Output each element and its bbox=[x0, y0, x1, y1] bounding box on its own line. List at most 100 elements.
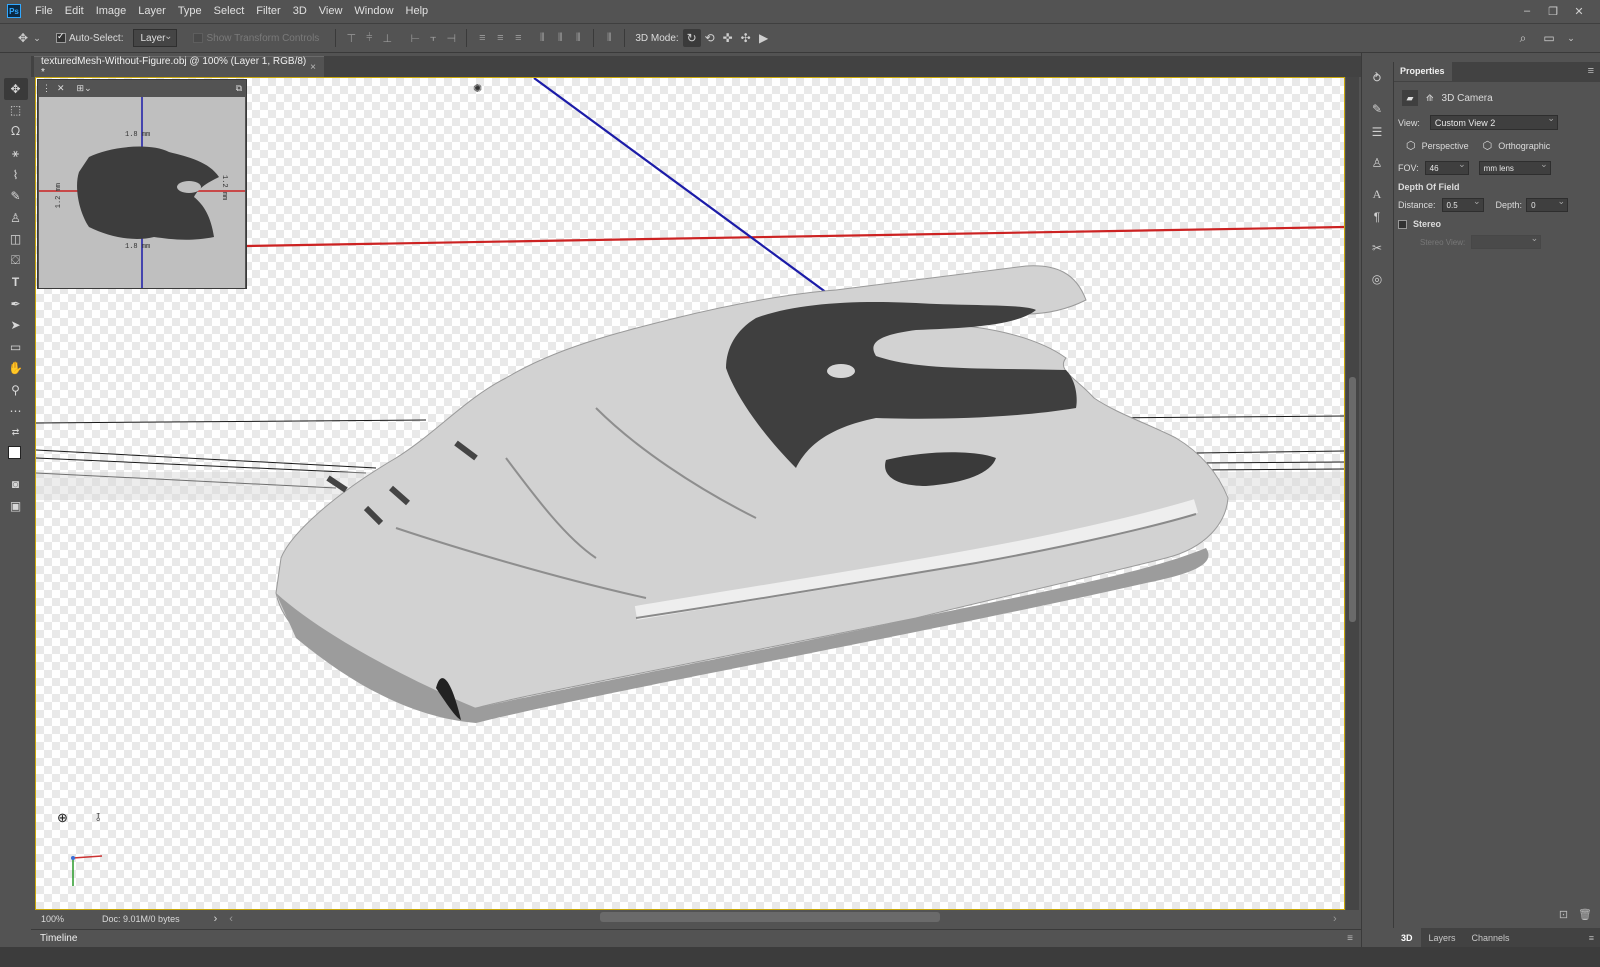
auto-align-icon[interactable]: ⫴ bbox=[600, 29, 618, 47]
auto-select-checkbox[interactable] bbox=[56, 31, 66, 43]
more-tools-icon[interactable]: ⋯ bbox=[4, 401, 28, 423]
menu-edit[interactable]: Edit bbox=[59, 0, 90, 22]
secondary-view-viewport[interactable]: 1.8 mm 1.8 mm 1.2 mm 1.2 mm bbox=[39, 97, 245, 288]
panel-tabs-menu-icon[interactable]: ≡ bbox=[1589, 933, 1594, 943]
view-selector-icon[interactable]: ⊞⌄ bbox=[77, 83, 92, 94]
tab-channels[interactable]: Channels bbox=[1464, 928, 1518, 947]
libraries-panel-icon[interactable]: ◎ bbox=[1366, 268, 1388, 290]
screen-mode-icon[interactable]: ▣ bbox=[4, 495, 28, 517]
perspective-icon[interactable]: ⬡ bbox=[1406, 139, 1416, 152]
menu-type[interactable]: Type bbox=[172, 0, 208, 22]
stereo-checkbox[interactable] bbox=[1398, 219, 1407, 229]
document-tab[interactable]: texturedMesh-Without-Figure.obj @ 100% (… bbox=[34, 56, 324, 78]
canvas[interactable]: ✺ ⊕ ⫱ ⋮ ✕ ⊞⌄ ⧉ 1.8 mm 1.8 mm 1.2 mm 1.2 … bbox=[35, 77, 1345, 910]
camera-icon[interactable]: ▰ bbox=[1402, 90, 1418, 106]
move-tool-icon[interactable]: ✥ bbox=[3, 78, 28, 100]
menu-select[interactable]: Select bbox=[208, 0, 251, 22]
rectangle-tool-icon[interactable]: ▭ bbox=[4, 336, 28, 358]
orthographic-icon[interactable]: ⬡ bbox=[1483, 139, 1493, 152]
path-selection-tool-icon[interactable]: ➤ bbox=[4, 315, 28, 337]
tab-3d[interactable]: 3D bbox=[1393, 928, 1421, 947]
menu-window[interactable]: Window bbox=[348, 0, 399, 22]
menu-image[interactable]: Image bbox=[90, 0, 133, 22]
close-secondary-view-icon[interactable]: ✕ bbox=[57, 83, 65, 94]
depth-input[interactable]: 0 bbox=[1526, 196, 1569, 212]
restore-button[interactable]: ❐ bbox=[1540, 0, 1566, 22]
distribute-hcenter-icon[interactable]: ⦀ bbox=[551, 29, 569, 47]
horizontal-scroll-thumb[interactable] bbox=[600, 912, 940, 922]
distribute-vcenter-icon[interactable]: ≡ bbox=[491, 29, 509, 47]
paint-bucket-tool-icon[interactable]: ⛋ bbox=[4, 250, 28, 272]
close-document-icon[interactable]: × bbox=[310, 62, 316, 73]
clone-source-panel-icon[interactable]: ♙ bbox=[1366, 152, 1388, 174]
distribute-left-icon[interactable]: ⦀ bbox=[533, 29, 551, 47]
color-swatches[interactable] bbox=[4, 444, 28, 474]
align-hcenter-icon[interactable]: ⫟ bbox=[424, 29, 442, 47]
brush-panel-icon[interactable]: ✎ bbox=[1366, 98, 1388, 120]
brush-tool-icon[interactable]: ✎ bbox=[4, 186, 28, 208]
panel-grip-icon[interactable]: ⋮ bbox=[42, 83, 51, 94]
zoom-level[interactable]: 100% bbox=[41, 914, 64, 924]
menu-view[interactable]: View bbox=[313, 0, 349, 22]
zoom-tool-icon[interactable]: ⚲ bbox=[4, 379, 28, 401]
clone-stamp-tool-icon[interactable]: ♙ bbox=[4, 207, 28, 229]
slide-3d-icon[interactable]: ✣ bbox=[737, 29, 755, 47]
status-menu-arrow[interactable]: › bbox=[214, 913, 218, 925]
menu-help[interactable]: Help bbox=[400, 0, 435, 22]
swap-colors-icon[interactable]: ⇄ bbox=[4, 422, 28, 444]
eraser-tool-icon[interactable]: ◫ bbox=[4, 229, 28, 251]
history-panel-icon[interactable]: ⥁ bbox=[1366, 67, 1388, 89]
orthographic-label[interactable]: Orthographic bbox=[1498, 141, 1550, 151]
align-bottom-icon[interactable]: ⊥ bbox=[378, 29, 396, 47]
workspace-dropdown-icon[interactable]: ⌄ bbox=[1562, 29, 1580, 47]
show-transform-checkbox[interactable] bbox=[193, 33, 204, 43]
timeline-label[interactable]: Timeline bbox=[40, 933, 77, 944]
stereo-label[interactable]: Stereo bbox=[1413, 219, 1441, 229]
camera-3d-icon[interactable]: ▶ bbox=[755, 29, 773, 47]
fov-input[interactable]: 46 bbox=[1424, 159, 1469, 175]
align-vcenter-icon[interactable]: ⫩ bbox=[360, 29, 378, 47]
render-icon[interactable]: ⊡ bbox=[1559, 908, 1568, 921]
vertical-scrollbar[interactable] bbox=[1346, 77, 1359, 910]
align-right-icon[interactable]: ⊣ bbox=[442, 29, 460, 47]
distribute-bottom-icon[interactable]: ≡ bbox=[509, 29, 527, 47]
drag-3d-icon[interactable]: ✜ bbox=[719, 29, 737, 47]
auto-select-target-select[interactable]: Layer bbox=[133, 29, 178, 47]
delete-icon[interactable]: 🗑 bbox=[1578, 908, 1592, 921]
timeline-menu-icon[interactable]: ≡ bbox=[1347, 933, 1353, 944]
character-panel-icon[interactable]: A bbox=[1366, 183, 1388, 205]
vertical-scroll-thumb[interactable] bbox=[1349, 377, 1356, 622]
search-icon[interactable]: ⌕ bbox=[1514, 29, 1532, 47]
align-left-icon[interactable]: ⊢ bbox=[406, 29, 424, 47]
marquee-tool-icon[interactable]: ⬚ bbox=[4, 100, 28, 122]
distribute-top-icon[interactable]: ≡ bbox=[473, 29, 491, 47]
foreground-color-swatch[interactable] bbox=[7, 445, 21, 459]
pen-tool-icon[interactable]: ✒ bbox=[4, 293, 28, 315]
quick-mask-icon[interactable]: ◙ bbox=[4, 474, 28, 496]
menu-layer[interactable]: Layer bbox=[132, 0, 172, 22]
scroll-left-arrow[interactable]: ‹ bbox=[229, 913, 233, 925]
eyedropper-tool-icon[interactable]: ⌇ bbox=[4, 164, 28, 186]
view-select[interactable]: Custom View 2 bbox=[1429, 113, 1558, 130]
tool-presets-panel-icon[interactable]: ✂ bbox=[1366, 237, 1388, 259]
perspective-label[interactable]: Perspective bbox=[1422, 141, 1469, 151]
secondary-view-panel[interactable]: ⋮ ✕ ⊞⌄ ⧉ 1.8 mm 1.8 mm 1.2 mm 1.2 mm bbox=[37, 79, 247, 289]
workspace-icon[interactable]: ▭ bbox=[1540, 29, 1558, 47]
lens-unit-select[interactable]: mm lens bbox=[1478, 159, 1551, 175]
paragraph-panel-icon[interactable]: ¶ bbox=[1366, 206, 1388, 228]
menu-filter[interactable]: Filter bbox=[250, 0, 286, 22]
swap-view-icon[interactable]: ⧉ bbox=[236, 83, 242, 94]
auto-select-toggle[interactable]: Auto-Select: bbox=[56, 31, 123, 44]
tab-layers[interactable]: Layers bbox=[1421, 928, 1464, 947]
scroll-right-arrow[interactable]: › bbox=[1333, 913, 1337, 925]
align-top-icon[interactable]: ⊤ bbox=[342, 29, 360, 47]
close-window-button[interactable]: ✕ bbox=[1566, 0, 1592, 22]
menu-file[interactable]: File bbox=[29, 0, 59, 22]
properties-tab[interactable]: Properties bbox=[1394, 62, 1452, 81]
lasso-tool-icon[interactable]: ᘯ bbox=[4, 121, 28, 143]
show-transform-toggle[interactable]: Show Transform Controls bbox=[193, 33, 319, 44]
preset-dropdown-icon[interactable]: ⌄ bbox=[32, 29, 42, 47]
orbit-3d-icon[interactable]: ↻ bbox=[682, 29, 701, 47]
magic-wand-tool-icon[interactable]: ⚹ bbox=[4, 143, 28, 165]
minimize-button[interactable]: – bbox=[1514, 0, 1540, 22]
